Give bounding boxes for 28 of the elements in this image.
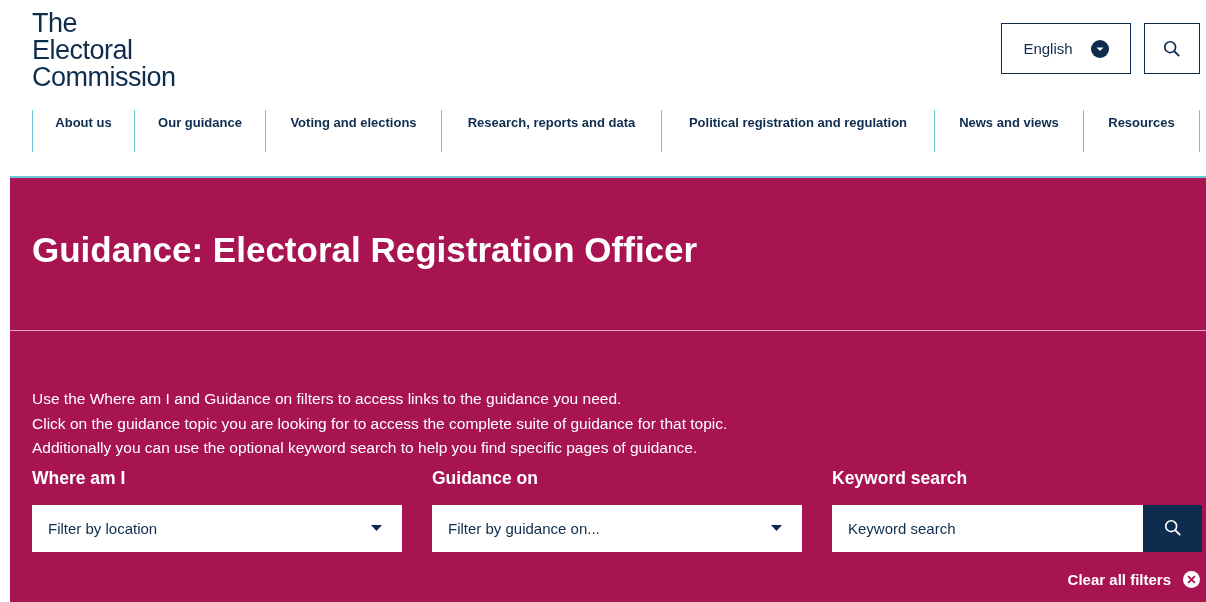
nav-link[interactable]: Resources (1083, 110, 1200, 152)
clear-filters-link[interactable]: Clear all filters (1067, 570, 1171, 588)
caret-icon (371, 525, 382, 531)
nav-link[interactable]: Research, reports and data (441, 110, 661, 152)
logo-wordmark[interactable]: The Electoral Commission (32, 10, 176, 90)
language-button[interactable]: English (1001, 23, 1131, 74)
page-title: Guidance: Electoral Registration Officer (31, 229, 699, 271)
nav-link[interactable]: News and views (934, 110, 1083, 152)
filter-label: Keyword search (832, 467, 969, 489)
intro-text: Use the Where am I and Guidance on filters to access links to the guidance you need. (32, 389, 623, 409)
filter-label: Where am I (32, 467, 127, 489)
nav-link[interactable]: Voting and elections (265, 110, 441, 152)
nav-link[interactable]: Our guidance (134, 110, 265, 152)
intro-text: Click on the guidance topic you are looking for to access the complete suite of guidance for that topic. (32, 413, 729, 433)
filter-label: Guidance on (432, 467, 539, 489)
nav-link[interactable]: Political registration and regulation (661, 110, 934, 152)
search-button[interactable] (1144, 23, 1200, 74)
filter-dropdown[interactable]: Filter by guidance on... (432, 504, 802, 552)
search-button[interactable] (1143, 504, 1202, 552)
close-icon[interactable] (1183, 570, 1200, 588)
search-icon (1163, 39, 1181, 58)
keyword-search-field[interactable]: Keyword search (832, 504, 1202, 552)
nav-link[interactable]: About us (32, 110, 134, 152)
filter-dropdown[interactable]: Filter by location (32, 504, 402, 552)
intro-text: Additionally you can use the optional keyword search to help you find specific pages of guidance. (32, 438, 699, 458)
caret-icon (1090, 39, 1109, 58)
caret-icon (771, 525, 782, 531)
search-icon (1163, 519, 1182, 537)
